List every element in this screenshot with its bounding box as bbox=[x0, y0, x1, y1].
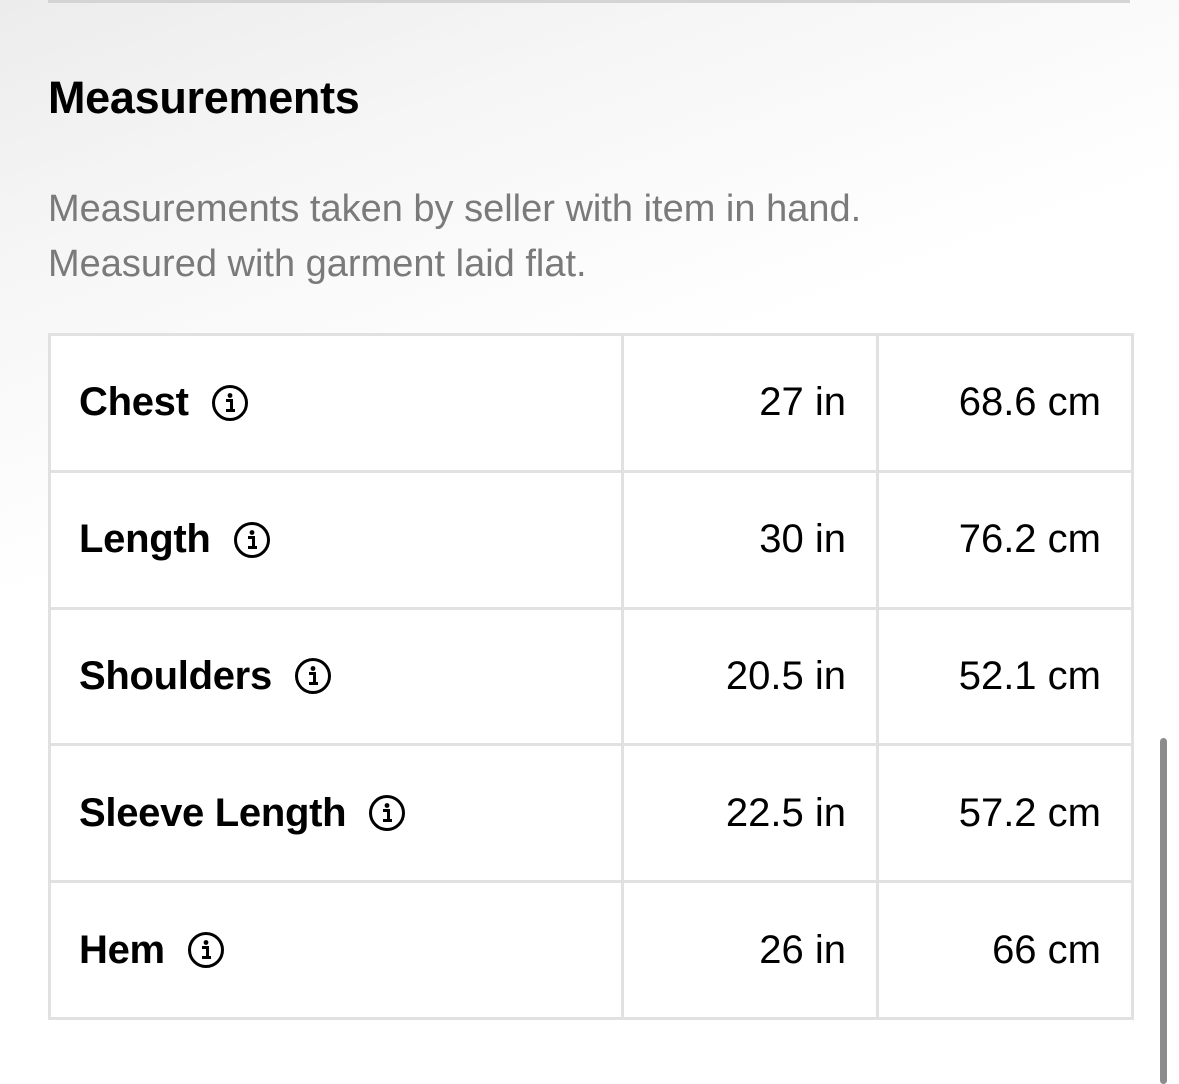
measurement-cm: 68.6 cm bbox=[876, 333, 1134, 473]
measurement-label-cell: Chest bbox=[48, 333, 624, 473]
measurement-row-chest: Chest 27 in 68.6 cm bbox=[48, 333, 1134, 473]
measurement-cm: 57.2 cm bbox=[876, 743, 1134, 884]
measurement-label-cell: Length bbox=[48, 469, 624, 610]
scrollbar[interactable] bbox=[1160, 738, 1167, 1084]
measurement-cm: 76.2 cm bbox=[876, 469, 1134, 610]
section-description: Measurements taken by seller with item i… bbox=[48, 182, 1108, 292]
measurement-cm: 66 cm bbox=[876, 880, 1134, 1020]
measurement-label-cell: Shoulders bbox=[48, 606, 624, 747]
measurement-label: Sleeve Length bbox=[79, 790, 347, 835]
measurement-label: Chest bbox=[79, 380, 189, 425]
measurement-row-shoulders: Shoulders 20.5 in 52.1 cm bbox=[48, 606, 1134, 747]
info-icon[interactable] bbox=[294, 657, 332, 695]
info-icon[interactable] bbox=[233, 521, 271, 559]
measurement-row-sleeve-length: Sleeve Length 22.5 in 57.2 cm bbox=[48, 743, 1134, 884]
measurement-row-hem: Hem 26 in 66 cm bbox=[48, 880, 1134, 1020]
measurement-label: Shoulders bbox=[79, 653, 272, 698]
measurements-table: Chest 27 in 68.6 cm Length 30 in 76.2 cm… bbox=[48, 333, 1134, 1020]
section-title: Measurements bbox=[48, 72, 360, 123]
info-icon[interactable] bbox=[368, 794, 406, 832]
measurement-label-cell: Hem bbox=[48, 880, 624, 1020]
measurement-label: Hem bbox=[79, 927, 165, 972]
measurement-inches: 26 in bbox=[621, 880, 879, 1020]
info-icon[interactable] bbox=[187, 931, 225, 969]
top-divider bbox=[48, 0, 1130, 3]
measurement-label-cell: Sleeve Length bbox=[48, 743, 624, 884]
measurement-inches: 20.5 in bbox=[621, 606, 879, 747]
measurement-inches: 27 in bbox=[621, 333, 879, 473]
measurement-inches: 22.5 in bbox=[621, 743, 879, 884]
measurement-row-length: Length 30 in 76.2 cm bbox=[48, 469, 1134, 610]
info-icon[interactable] bbox=[211, 384, 249, 422]
measurement-cm: 52.1 cm bbox=[876, 606, 1134, 747]
description-line-1: Measurements taken by seller with item i… bbox=[48, 188, 862, 230]
measurement-label: Length bbox=[79, 517, 211, 562]
measurement-inches: 30 in bbox=[621, 469, 879, 610]
description-line-2: Measured with garment laid flat. bbox=[48, 243, 587, 285]
